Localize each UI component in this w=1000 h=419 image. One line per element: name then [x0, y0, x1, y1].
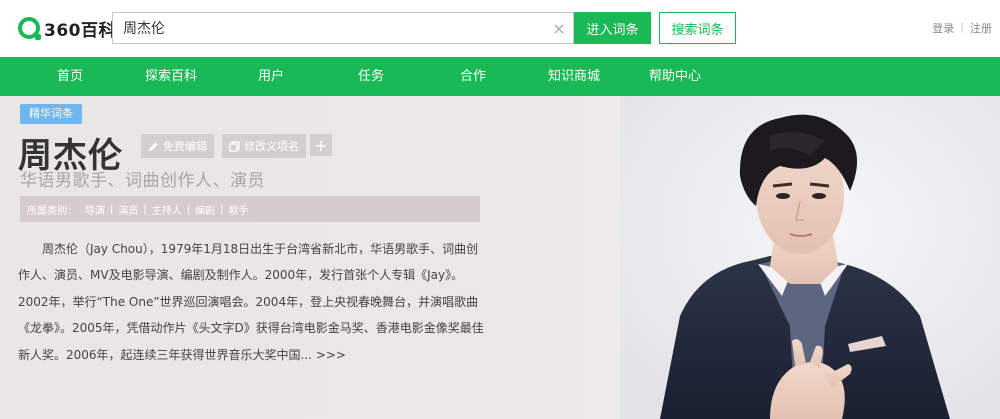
nav-item-help-center[interactable]: 帮助中心: [649, 57, 701, 96]
nav-item-explore[interactable]: 探索百科: [145, 57, 197, 96]
category-singer[interactable]: 歌手: [224, 202, 254, 217]
login-link[interactable]: 登录: [932, 20, 954, 36]
user-links-separator: |: [960, 20, 964, 33]
category-director[interactable]: 导演: [80, 202, 110, 217]
user-links: 登录 | 注册: [932, 20, 992, 36]
nav-item-home[interactable]: 首页: [57, 57, 83, 96]
read-more-link[interactable]: >>>: [316, 348, 346, 362]
nav-item-cooperation[interactable]: 合作: [460, 57, 486, 96]
category-host[interactable]: 主持人: [147, 202, 187, 217]
category-screenwriter[interactable]: 编剧: [190, 202, 220, 217]
top-header: 360百科 × 进入词条 搜索词条 登录 | 注册: [0, 0, 1000, 57]
search-box: ×: [112, 12, 574, 44]
copy-icon: [229, 140, 240, 152]
nav-item-users[interactable]: 用户: [258, 57, 284, 96]
plus-icon[interactable]: +: [310, 134, 332, 156]
close-icon[interactable]: ×: [545, 13, 573, 43]
modify-meaning-button[interactable]: 修改义项名: [222, 134, 306, 158]
category-bar: 所属类别： 导演 | 演员 | 主持人 | 编剧 | 歌手: [20, 196, 480, 222]
featured-entry-badge: 精华词条: [20, 104, 82, 124]
360-logo-icon: [18, 17, 41, 40]
category-actor[interactable]: 演员: [113, 202, 143, 217]
site-logo[interactable]: 360百科: [18, 14, 116, 42]
logo-text: 360百科: [44, 20, 116, 41]
search-entry-button[interactable]: 搜索词条: [659, 12, 736, 44]
portrait-image: [620, 96, 1000, 419]
search-input[interactable]: [113, 13, 545, 43]
main-nav: 首页 探索百科 用户 任务 合作 知识商城 帮助中心: [0, 57, 1000, 96]
summary-text: 周杰伦（Jay Chou），1979年1月18日出生于台湾省新北市，华语男歌手、…: [18, 242, 484, 362]
modify-meaning-label: 修改义项名: [244, 140, 299, 153]
entry-hero: 精华词条 周杰伦 免费编辑 修改义项名 + 华语男歌手、词曲创作人、演员 所属类…: [0, 96, 1000, 419]
enter-entry-button[interactable]: 进入词条: [574, 12, 651, 44]
entry-subtitle: 华语男歌手、词曲创作人、演员: [20, 171, 265, 191]
nav-item-knowledge-mall[interactable]: 知识商城: [548, 57, 600, 96]
register-link[interactable]: 注册: [970, 20, 992, 36]
nav-item-tasks[interactable]: 任务: [358, 57, 384, 96]
free-edit-label: 免费编辑: [163, 140, 207, 153]
category-label: 所属类别：: [27, 205, 77, 217]
entry-summary: 周杰伦（Jay Chou），1979年1月18日出生于台湾省新北市，华语男歌手、…: [18, 236, 490, 368]
free-edit-button[interactable]: 免费编辑: [141, 134, 214, 158]
pencil-icon: [149, 142, 158, 151]
